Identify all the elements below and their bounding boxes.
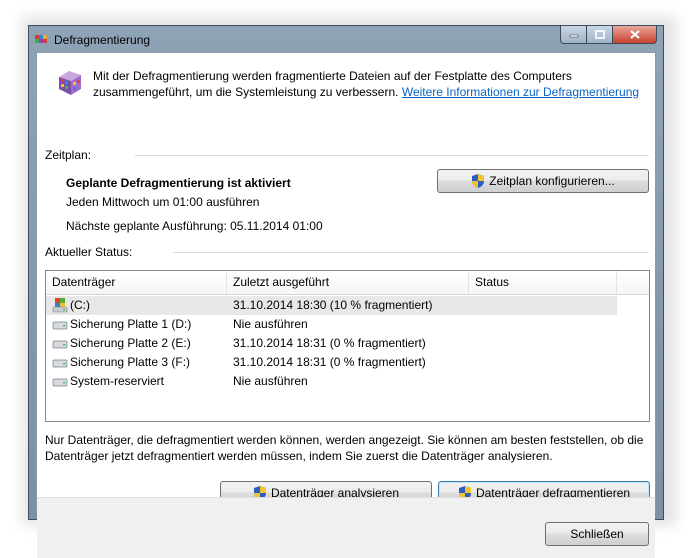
defrag-app-icon — [35, 35, 47, 43]
schedule-next-run: Nächste geplante Ausführung: 05.11.2014 … — [66, 219, 323, 233]
configure-schedule-button[interactable]: Zeitplan konfigurieren... — [437, 169, 649, 193]
drive-row-f[interactable]: Sicherung Platte 3 (F:) 31.10.2014 18:31… — [46, 353, 617, 372]
window-title: Defragmentierung — [54, 33, 151, 47]
close-icon — [629, 30, 640, 39]
drive-name: Sicherung Platte 2 (E:) — [70, 336, 191, 350]
drive-row-e[interactable]: Sicherung Platte 2 (E:) 31.10.2014 18:31… — [46, 334, 617, 353]
defrag-window: Defragmentierung Mit der Defragmentierun… — [28, 25, 664, 558]
drive-last-run: Nie ausführen — [233, 374, 308, 388]
minimize-icon — [569, 34, 578, 37]
drive-name: (C:) — [70, 298, 90, 312]
drive-icon — [52, 340, 68, 349]
schedule-status-title: Geplante Defragmentierung ist aktiviert — [66, 176, 291, 190]
drive-icon — [52, 378, 68, 387]
column-header-drive[interactable]: Datenträger — [46, 271, 227, 294]
dialog-client-area: Mit der Defragmentierung werden fragment… — [36, 52, 656, 558]
close-button-label: Schließen — [570, 527, 624, 541]
drive-name: System-reserviert — [70, 374, 165, 388]
schedule-separator — [135, 155, 649, 156]
caption-buttons — [560, 26, 657, 44]
drive-row-d[interactable]: Sicherung Platte 1 (D:) Nie ausführen — [46, 315, 617, 334]
title-bar[interactable]: Defragmentierung — [29, 26, 663, 52]
drive-list[interactable]: Datenträger Zuletzt ausgeführt Status (C… — [45, 270, 650, 422]
info-text: Nur Datenträger, die defragmentiert werd… — [45, 433, 644, 463]
maximize-icon — [594, 30, 605, 39]
drive-last-run: Nie ausführen — [233, 317, 308, 331]
drive-last-run: 31.10.2014 18:30 (10 % fragmentiert) — [233, 298, 433, 312]
drive-row-c[interactable]: (C:) 31.10.2014 18:30 (10 % fragmentiert… — [46, 296, 617, 315]
dialog-footer: Schließen — [37, 497, 655, 558]
defrag-large-icon — [59, 71, 81, 95]
drive-last-run: 31.10.2014 18:31 (0 % fragmentiert) — [233, 336, 426, 350]
windows-drive-icon — [52, 298, 68, 313]
more-info-link[interactable]: Weitere Informationen zur Defragmentieru… — [402, 85, 639, 99]
intro-text-block: Mit der Defragmentierung werden fragment… — [93, 68, 653, 100]
maximize-button[interactable] — [587, 26, 613, 44]
close-window-button[interactable] — [613, 26, 657, 44]
schedule-frequency: Jeden Mittwoch um 01:00 ausführen — [66, 195, 260, 209]
configure-schedule-label: Zeitplan konfigurieren... — [489, 174, 615, 188]
status-section-label: Aktueller Status: — [45, 245, 133, 259]
status-separator — [173, 252, 649, 253]
column-header-status[interactable]: Status — [469, 271, 617, 294]
drive-row-system-reserved[interactable]: System-reserviert Nie ausführen — [46, 372, 617, 391]
minimize-button[interactable] — [560, 26, 587, 44]
schedule-section-label: Zeitplan: — [45, 148, 92, 162]
drive-name: Sicherung Platte 1 (D:) — [70, 317, 192, 331]
drive-icon — [52, 359, 68, 368]
drive-icon — [52, 321, 68, 330]
close-button[interactable]: Schließen — [545, 522, 649, 546]
uac-shield-icon — [472, 174, 485, 188]
drive-last-run: 31.10.2014 18:31 (0 % fragmentiert) — [233, 355, 426, 369]
drive-name: Sicherung Platte 3 (F:) — [70, 355, 191, 369]
drive-list-header: Datenträger Zuletzt ausgeführt Status — [46, 271, 649, 295]
column-header-last-run[interactable]: Zuletzt ausgeführt — [227, 271, 469, 294]
